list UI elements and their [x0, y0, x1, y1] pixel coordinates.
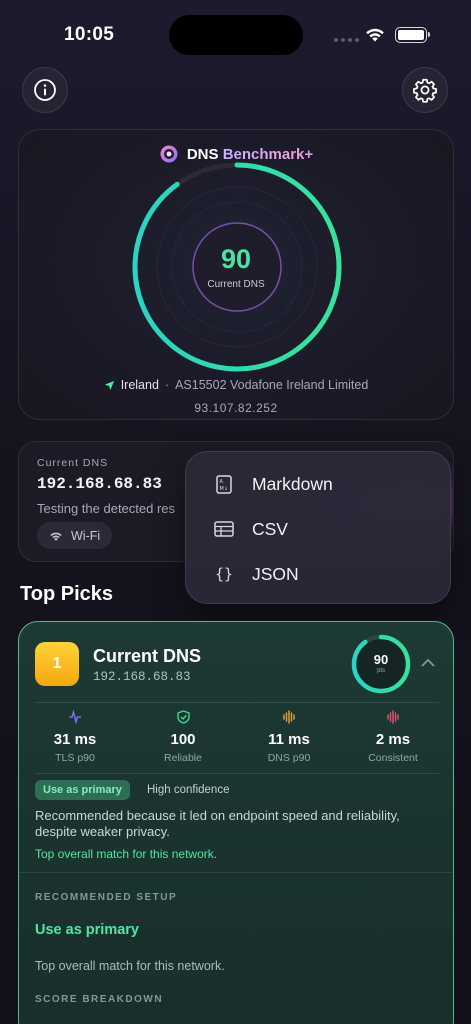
stat-dns: 11 ms DNS p90 — [239, 710, 339, 764]
svg-text:M↓: M↓ — [220, 486, 229, 492]
asn-label: AS15502 Vodafone Ireland Limited — [175, 378, 369, 392]
stat-label: DNS p90 — [267, 752, 311, 764]
waveform-icon — [387, 710, 399, 724]
chevron-up-icon[interactable] — [421, 658, 435, 667]
divider — [35, 702, 439, 703]
gear-icon — [413, 78, 437, 103]
top-pick-card[interactable]: 1 Current DNS 192.168.68.83 90 pts 31 ms… — [18, 621, 454, 1024]
current-dns-subtitle: Testing the detected res — [37, 501, 176, 516]
wifi-icon — [50, 532, 62, 541]
menu-item-json[interactable]: {} JSON — [186, 551, 450, 597]
app-title: DNS Benchmark+ — [186, 145, 314, 163]
stat-consistent: 2 ms Consistent — [343, 710, 443, 764]
stat-label: TLS p90 — [55, 752, 95, 764]
score-breakdown-label: SCORE BREAKDOWN — [35, 994, 164, 1005]
stat-label: Consistent — [368, 752, 418, 764]
score-value: 90 — [220, 244, 252, 274]
country-label: Ireland — [120, 378, 159, 392]
public-ip: 93.107.82.252 — [194, 401, 278, 415]
score-label: Current DNS — [207, 279, 265, 290]
location-arrow-icon — [104, 380, 114, 390]
menu-item-label: Markdown — [252, 473, 333, 494]
settings-button[interactable] — [402, 67, 448, 113]
divider — [19, 872, 452, 873]
pick-score-unit: pts — [376, 668, 385, 674]
markdown-icon: A M↓ — [214, 474, 234, 494]
current-dns-label: Current DNS — [37, 457, 109, 469]
wifi-icon — [366, 28, 384, 42]
connection-chip: Wi-Fi — [37, 522, 113, 549]
pulse-icon — [69, 710, 81, 724]
signal-icon — [334, 38, 359, 42]
stat-value: 100 — [170, 731, 196, 748]
stat-value: 31 ms — [53, 731, 97, 748]
pick-score: 90 — [373, 652, 389, 667]
pick-name: Current DNS — [93, 646, 202, 666]
confidence-label: High confidence — [147, 784, 230, 796]
waveform-icon — [283, 710, 295, 724]
status-time: 10:05 — [64, 24, 115, 45]
info-button[interactable] — [22, 67, 68, 113]
recommendation-text: Recommended because it led on endpoint s… — [35, 808, 400, 839]
location-row: Ireland · AS15502 Vodafone Ireland Limit… — [19, 378, 453, 392]
menu-item-label: JSON — [252, 563, 299, 584]
info-icon — [34, 79, 56, 101]
braces-icon: {} — [214, 565, 234, 583]
rank-badge: 1 — [35, 642, 79, 686]
stat-value: 2 ms — [375, 731, 411, 748]
svg-text:A: A — [220, 479, 224, 485]
setup-description: Top overall match for this network. — [35, 959, 225, 973]
stat-reliable: 100 Reliable — [133, 710, 233, 764]
table-icon — [214, 519, 234, 539]
stat-tls: 31 ms TLS p90 — [25, 710, 125, 764]
score-hero-card: DNS Benchmark+ 90 Current DNS Ireland · … — [18, 129, 454, 420]
menu-item-csv[interactable]: CSV — [186, 506, 450, 552]
recommended-setup-label: RECOMMENDED SETUP — [35, 892, 178, 903]
top-picks-title: Top Picks — [20, 583, 113, 605]
export-menu: A M↓ Markdown CSV {} JSON — [185, 451, 451, 604]
menu-item-label: CSV — [252, 518, 288, 539]
menu-item-markdown[interactable]: A M↓ Markdown — [186, 461, 450, 507]
battery-icon — [395, 27, 430, 43]
stat-value: 11 ms — [268, 731, 310, 748]
dynamic-island — [169, 15, 303, 55]
connection-label: Wi-Fi — [71, 528, 101, 543]
divider — [35, 773, 439, 774]
primary-badge: Use as primary — [35, 780, 130, 800]
pick-ip: 192.168.68.83 — [93, 670, 191, 684]
separator: · — [164, 378, 170, 392]
stat-label: Reliable — [164, 752, 202, 764]
recommendation-note: Top overall match for this network. — [35, 847, 218, 861]
shield-check-icon — [176, 710, 190, 724]
current-dns-ip: 192.168.68.83 — [37, 475, 162, 493]
setup-title[interactable]: Use as primary — [35, 922, 139, 938]
